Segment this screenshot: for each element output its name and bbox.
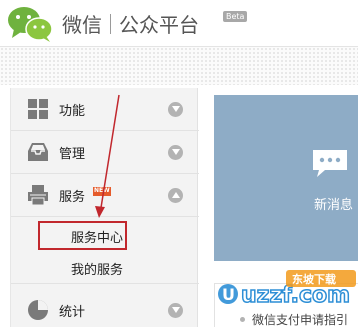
sidebar-item-features[interactable]: 功能 bbox=[11, 88, 199, 130]
sidebar-item-statistics[interactable]: 统计 bbox=[11, 289, 199, 327]
dotted-band bbox=[0, 47, 358, 85]
sidebar-item-label: 服务 bbox=[59, 189, 86, 205]
highlight-box bbox=[38, 221, 127, 250]
beta-badge: Beta bbox=[223, 11, 248, 22]
uzzf-watermark: U uzzf.com 东坡下载 bbox=[218, 270, 356, 309]
chevron-up-icon[interactable] bbox=[168, 187, 183, 203]
new-message-label: 新消息 bbox=[314, 198, 354, 213]
sidebar-divider bbox=[11, 283, 199, 284]
sidebar-item-manage[interactable]: 管理 bbox=[11, 131, 199, 173]
chat-bubble-icon bbox=[313, 150, 347, 177]
wechat-logo-icon bbox=[8, 7, 53, 42]
chevron-down-icon[interactable] bbox=[168, 144, 183, 160]
printer-icon bbox=[28, 185, 48, 206]
new-message-panel[interactable] bbox=[214, 95, 358, 261]
new-badge: NEW bbox=[93, 187, 111, 196]
chevron-down-icon[interactable] bbox=[168, 302, 183, 318]
sidebar-divider bbox=[11, 216, 199, 217]
sidebar-item-label: 功能 bbox=[59, 103, 86, 119]
inbox-icon bbox=[28, 143, 48, 161]
sidebar-item-services[interactable]: 服务 NEW bbox=[11, 174, 199, 216]
svg-text:U: U bbox=[222, 285, 235, 304]
brand-name: 微信 bbox=[62, 13, 102, 37]
sidebar-item-label: 统计 bbox=[59, 304, 86, 320]
grid-icon bbox=[28, 99, 48, 119]
sidebar: 功能 管理 服务 NEW 服务中心 我的服务 统计 bbox=[10, 88, 199, 327]
brand: 微信 公众平台 bbox=[62, 9, 199, 38]
pie-chart-icon bbox=[28, 300, 48, 320]
watermark-badge: 东坡下载 bbox=[292, 272, 336, 286]
chevron-down-icon[interactable] bbox=[168, 101, 183, 117]
header: 微信 公众平台 Beta bbox=[0, 0, 358, 46]
brand-subtitle: 公众平台 bbox=[119, 13, 199, 37]
submenu-item-my-services[interactable]: 我的服务 bbox=[71, 259, 123, 278]
brand-separator bbox=[110, 13, 111, 34]
sidebar-item-label: 管理 bbox=[59, 146, 86, 162]
